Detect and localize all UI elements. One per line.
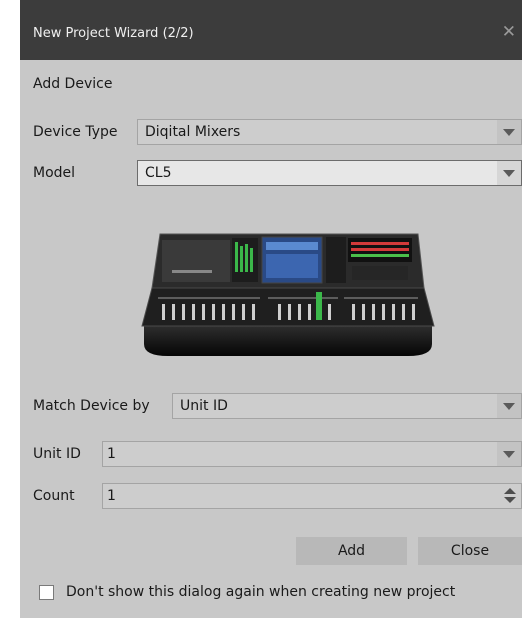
chevron-down-icon[interactable]	[497, 394, 521, 418]
unit-id-value: 1	[107, 446, 116, 462]
chevron-down-icon[interactable]	[497, 442, 521, 466]
close-icon[interactable]: ✕	[502, 22, 516, 42]
unit-id-dropdown[interactable]: 1	[102, 441, 522, 467]
device-type-label: Device Type	[33, 124, 118, 140]
window-title: New Project Wizard (2/2)	[33, 26, 194, 41]
title-bar[interactable]: New Project Wizard (2/2) ✕	[20, 0, 522, 60]
match-device-value: Unit ID	[180, 398, 228, 414]
match-device-dropdown[interactable]: Unit ID	[172, 393, 522, 419]
digital-mixer-console-image	[141, 233, 435, 356]
add-button[interactable]: Add	[296, 537, 407, 565]
match-device-label: Match Device by	[33, 398, 150, 414]
dont-show-again-checkbox[interactable]	[39, 585, 54, 600]
model-value: CL5	[145, 165, 172, 181]
device-type-dropdown[interactable]: Diqital Mixers	[137, 119, 522, 145]
model-dropdown[interactable]: CL5	[137, 160, 522, 186]
device-type-value: Diqital Mixers	[145, 124, 241, 140]
spinner-arrows-icon[interactable]	[499, 484, 521, 508]
count-stepper[interactable]: 1	[102, 483, 522, 509]
close-button[interactable]: Close	[418, 537, 522, 565]
spin-down-icon[interactable]	[504, 497, 516, 503]
new-project-wizard-dialog: New Project Wizard (2/2) ✕ Add Device De…	[20, 0, 522, 618]
dont-show-again-label: Don't show this dialog again when creati…	[66, 584, 456, 600]
chevron-down-icon[interactable]	[497, 161, 521, 185]
chevron-down-icon[interactable]	[497, 120, 521, 144]
model-label: Model	[33, 165, 76, 181]
spin-up-icon[interactable]	[504, 488, 516, 494]
unit-id-label: Unit ID	[33, 446, 81, 462]
section-heading: Add Device	[33, 76, 113, 92]
count-label: Count	[33, 488, 75, 504]
count-value: 1	[107, 488, 116, 504]
